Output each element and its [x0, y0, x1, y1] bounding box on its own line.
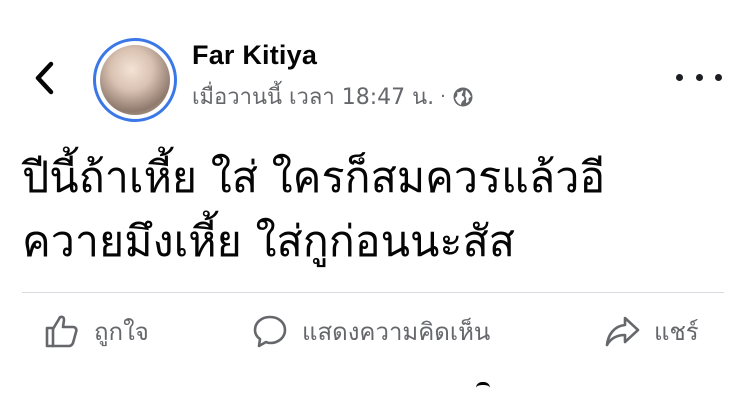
more-options-button[interactable]	[676, 62, 722, 92]
post-text: ปีนี้ถ้าเหี้ย ใส่ ใครก็สมควรแล้วอี ควายม…	[22, 146, 722, 274]
comment-label: แสดงความคิดเห็น	[302, 317, 491, 346]
like-button[interactable]: ถูกใจ	[44, 301, 149, 361]
avatar[interactable]	[93, 38, 177, 122]
post-text-line: ควายมึงเหี้ย ใส่กูก่อนนะสัส	[22, 217, 516, 267]
back-button[interactable]	[28, 58, 60, 98]
action-bar: ถูกใจ แสดงความคิดเห็น แชร์	[0, 296, 746, 366]
post-meta: เมื่อวานนี้ เวลา 18:47 น. ·	[192, 79, 474, 114]
post-timestamp[interactable]: เมื่อวานนี้ เวลา 18:47 น.	[192, 79, 434, 114]
thumbs-up-icon	[45, 315, 78, 348]
share-button[interactable]: แชร์	[604, 301, 699, 361]
more-dot-icon	[676, 73, 683, 81]
share-label: แชร์	[654, 317, 699, 346]
globe-icon	[453, 87, 473, 106]
more-dot-icon	[715, 73, 722, 81]
next-content-edge	[476, 382, 490, 395]
post-text-line: ปีนี้ถ้าเหี้ย ใส่ ใครก็สมควรแล้วอี	[22, 153, 606, 203]
avatar-photo	[100, 45, 170, 115]
post-page: Far Kitiya เมื่อวานนี้ เวลา 18:47 น. · ป…	[0, 0, 746, 395]
comment-icon	[253, 315, 287, 348]
meta-separator: ·	[440, 86, 446, 107]
comment-button[interactable]: แสดงความคิดเห็น	[252, 301, 490, 361]
like-label: ถูกใจ	[94, 317, 149, 346]
author-name[interactable]: Far Kitiya	[192, 40, 317, 71]
divider	[22, 292, 724, 293]
chevron-left-icon	[35, 61, 54, 95]
more-dot-icon	[695, 73, 703, 81]
share-arrow-icon	[605, 316, 640, 347]
